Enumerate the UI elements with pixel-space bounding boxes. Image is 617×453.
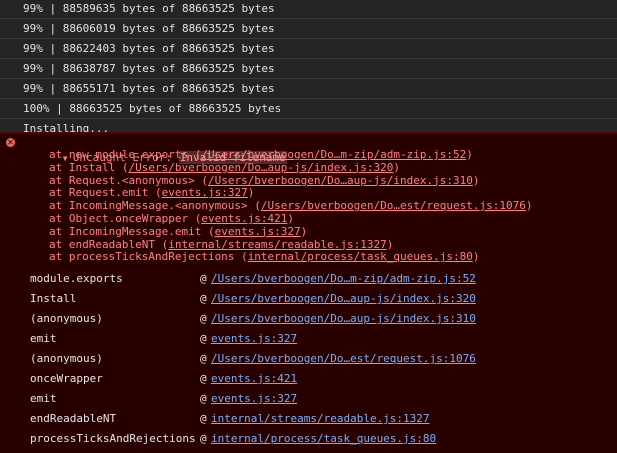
table-row: (anonymous) @/Users/bverboogen/Do…est/req… [30,349,476,369]
function-name: emit [30,392,57,405]
source-link[interactable]: events.js:421 [201,212,287,225]
source-link[interactable]: /Users/bverboogen/Do…aup-js/index.js:310 [211,309,476,329]
source-link[interactable]: /Users/bverboogen/Do…m-zip/adm-zip.js:52 [201,148,466,161]
log-row[interactable]: 99% | 88589635 bytes of 88663525 bytes [0,0,617,19]
function-name: (anonymous) [30,352,103,365]
table-row: module.exports @/Users/bverboogen/Do…m-zi… [30,269,476,289]
stack-trace: at new module.exports (/Users/bverboogen… [49,148,532,264]
table-row: emit @ events.js:327 [30,389,476,409]
table-row: onceWrapper @ events.js:421 [30,369,476,389]
log-row[interactable]: 99% | 88655171 bytes of 88663525 bytes [0,79,617,99]
table-row: emit @ events.js:327 [30,329,476,349]
log-row[interactable]: 99% | 88638787 bytes of 88663525 bytes [0,59,617,79]
source-link[interactable]: events.js:327 [215,225,301,238]
error-circle-icon: ✕ [6,138,15,147]
stack-table: module.exports @/Users/bverboogen/Do…m-zi… [30,269,476,449]
source-link[interactable]: internal/process/task_queues.js:80 [211,429,436,449]
source-link[interactable]: /Users/bverboogen/Do…est/request.js:1076 [211,349,476,369]
stack-frame: at processTicksAndRejections (internal/p… [49,250,480,264]
function-name: emit [30,332,57,345]
table-row: processTicksAndRejections @ internal/proce… [30,429,476,449]
progress-log: 99% | 88589635 bytes of 88663525 bytes 9… [0,0,617,139]
log-row[interactable]: 99% | 88606019 bytes of 88663525 bytes [0,19,617,39]
table-row: (anonymous) @/Users/bverboogen/Do…aup-js/… [30,309,476,329]
source-link[interactable]: events.js:421 [211,369,297,389]
log-row[interactable]: 100% | 88663525 bytes of 88663525 bytes [0,99,617,119]
function-name: endReadableNT [30,412,117,425]
table-row: endReadableNT @ internal/streams/readable.… [30,409,476,429]
source-link[interactable]: /Users/bverboogen/Do…aup-js/index.js:320 [211,289,476,309]
source-link[interactable]: /Users/bverboogen/Do…est/request.js:1076 [261,199,526,212]
source-link[interactable]: events.js:327 [211,389,297,409]
function-name: processTicksAndRejections [30,432,196,445]
source-link[interactable]: /Users/bverboogen/Do…m-zip/adm-zip.js:52 [211,269,476,289]
source-link[interactable]: events.js:327 [211,329,297,349]
error-message[interactable]: ✕ ▼ Uncaught Error: Invalid filename at n… [0,132,617,453]
function-name: onceWrapper [30,372,103,385]
source-link[interactable]: /Users/bverboogen/Do…aup-js/index.js:320 [128,161,393,174]
source-link[interactable]: internal/process/task_queues.js:80 [248,250,473,263]
function-name: (anonymous) [30,312,103,325]
source-link[interactable]: events.js:327 [162,186,248,199]
source-link[interactable]: internal/streams/readable.js:1327 [168,238,387,251]
log-row[interactable]: 99% | 88622403 bytes of 88663525 bytes [0,39,617,59]
console-panel: 99% | 88589635 bytes of 88663525 bytes 9… [0,0,617,453]
source-link[interactable]: /Users/bverboogen/Do…aup-js/index.js:310 [208,174,473,187]
function-name: module.exports [30,272,123,285]
source-link[interactable]: internal/streams/readable.js:1327 [211,409,430,429]
table-row: Install @/Users/bverboogen/Do…aup-js/inde… [30,289,476,309]
function-name: Install [30,292,77,305]
